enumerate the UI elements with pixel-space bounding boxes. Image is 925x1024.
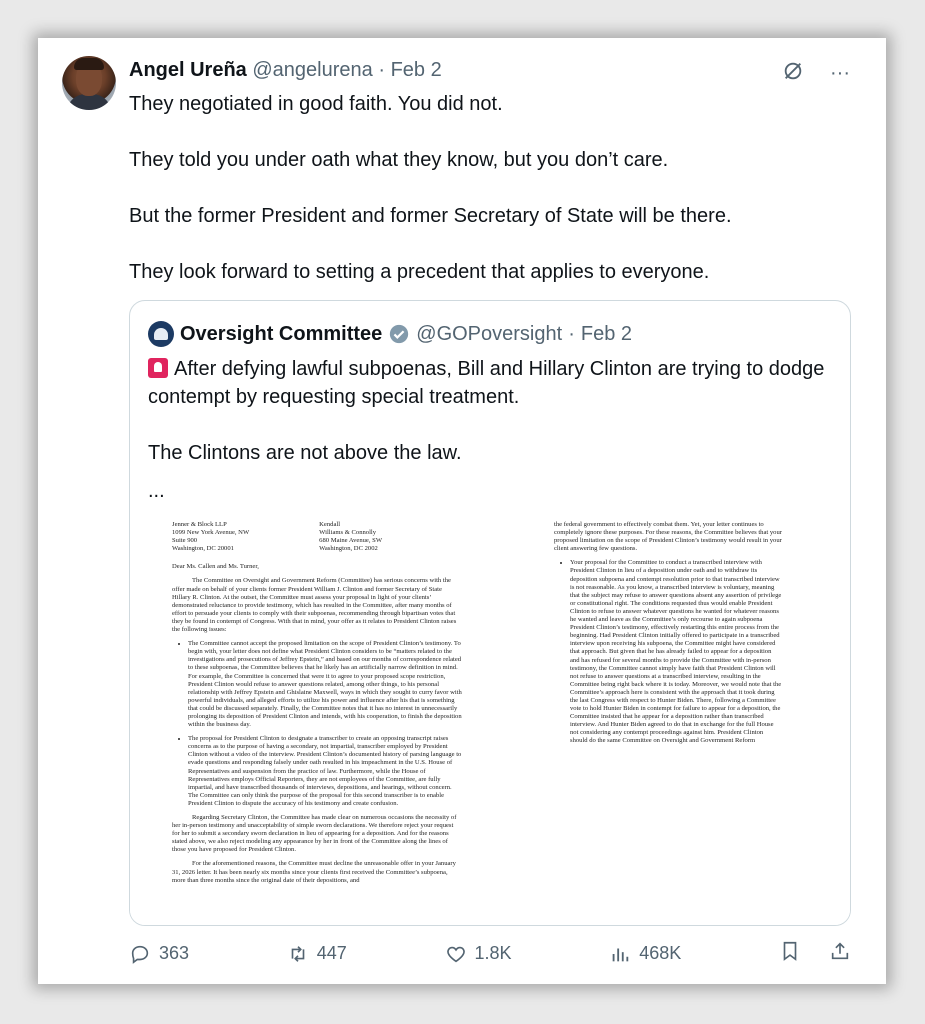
letter-addresses: Jenner & Block LLP 1099 New York Avenue,…	[172, 521, 462, 553]
tweet-card: Angel Ureña @angelurena · Feb 2 ··· They…	[38, 38, 886, 984]
like-button[interactable]: 1.8K	[445, 943, 512, 965]
share-icon	[831, 942, 849, 960]
reply-count: 363	[159, 943, 190, 963]
secondary-actions	[779, 940, 851, 967]
oversight-logo-icon[interactable]	[148, 321, 174, 347]
quoted-handle[interactable]: @GOPoversight	[416, 321, 562, 347]
letter-image[interactable]: Jenner & Block LLP 1099 New York Avenue,…	[130, 501, 850, 925]
tweet-paragraph: They look forward to setting a precedent…	[129, 261, 710, 283]
quoted-paragraph-text: After defying lawful subpoenas, Bill and…	[148, 358, 825, 408]
tweet-date[interactable]: Feb 2	[391, 59, 442, 81]
letter-paragraph: The Committee on Oversight and Governmen…	[172, 577, 457, 634]
views-chart-icon	[612, 948, 629, 961]
letter-paragraph: For the aforementioned reasons, the Comm…	[172, 860, 456, 884]
action-bar: 363 447 1.8K 468K	[129, 940, 851, 967]
address-line: 1099 New York Avenue, NW	[172, 529, 250, 537]
reply-icon	[131, 945, 149, 964]
address-line: Washington, DC 2002	[319, 545, 378, 553]
letter-bullets: Your proposal for the Committee to condu…	[554, 559, 782, 745]
letter-paragraph: the federal government to effectively co…	[554, 521, 782, 553]
author-avatar[interactable]	[62, 56, 116, 110]
letter-salutation: Dear Ms. Callen and Ms. Turner,	[172, 563, 259, 571]
like-count: 1.8K	[474, 943, 512, 963]
avatar-hair	[74, 58, 104, 70]
repost-count: 447	[316, 943, 347, 963]
tweet-paragraph: But the former President and former Secr…	[129, 205, 732, 227]
address-line: Jenner & Block LLP	[172, 521, 227, 528]
letter-paragraph: Regarding Secretary Clinton, the Committ…	[172, 814, 457, 854]
quoted-date[interactable]: Feb 2	[581, 321, 632, 347]
letter-bullet: The Committee cannot accept the proposed…	[188, 640, 462, 729]
address-left: Jenner & Block LLP 1099 New York Avenue,…	[172, 521, 249, 553]
address-line: Suite 900	[172, 537, 198, 545]
quoted-author-name[interactable]: Oversight Committee	[180, 321, 382, 347]
author-name[interactable]: Angel Ureña	[129, 59, 247, 81]
siren-emoji-icon	[148, 358, 168, 378]
letter-bullet: The proposal for President Clinton to de…	[188, 735, 462, 808]
share-button[interactable]	[829, 940, 851, 967]
verified-badge-icon	[390, 324, 409, 344]
quoted-tweet[interactable]: Oversight Committee @GOPoversight · Feb …	[129, 300, 851, 926]
letter-right-column: the federal government to effectively co…	[554, 521, 782, 752]
letter-left-column: Jenner & Block LLP 1099 New York Avenue,…	[172, 521, 462, 891]
letter-bullet: Your proposal for the Committee to condu…	[570, 559, 782, 745]
header-separator: ·	[378, 59, 385, 81]
bookmark-icon	[783, 941, 797, 961]
reply-button[interactable]: 363	[129, 943, 189, 965]
address-right: Kendall Williams & Connolly 680 Maine Av…	[319, 521, 382, 553]
tweet-paragraph: They negotiated in good faith. You did n…	[129, 93, 503, 115]
quoted-paragraph: After defying lawful subpoenas, Bill and…	[148, 355, 838, 411]
quoted-separator: ·	[568, 323, 575, 345]
address-line: Williams & Connolly	[319, 529, 377, 537]
address-line: Washington, DC 20001	[172, 545, 234, 553]
top-actions: ···	[782, 60, 850, 86]
repost-icon	[291, 945, 305, 962]
author-handle[interactable]: @angelurena	[252, 59, 372, 81]
letter-bullets: The Committee cannot accept the proposed…	[172, 640, 462, 808]
views-button[interactable]: 468K	[609, 943, 681, 965]
tweet-header: Angel Ureña @angelurena · Feb 2	[129, 58, 442, 82]
views-count: 468K	[639, 943, 682, 963]
bookmark-button[interactable]	[779, 940, 801, 967]
heart-icon	[446, 946, 465, 962]
address-line: Kendall	[319, 521, 341, 528]
repost-button[interactable]: 447	[287, 943, 347, 965]
tweet-paragraph: They told you under oath what they know,…	[129, 149, 669, 171]
grok-icon[interactable]	[782, 60, 804, 86]
tweet-body: They negotiated in good faith. You did n…	[129, 90, 859, 314]
quoted-header: Oversight Committee @GOPoversight · Feb …	[148, 321, 632, 347]
quoted-paragraph: The Clintons are not above the law.	[148, 442, 462, 464]
more-options-icon[interactable]: ···	[830, 63, 850, 83]
avatar-shirt	[66, 94, 112, 110]
address-line: 680 Maine Avenue, SW	[319, 537, 383, 545]
